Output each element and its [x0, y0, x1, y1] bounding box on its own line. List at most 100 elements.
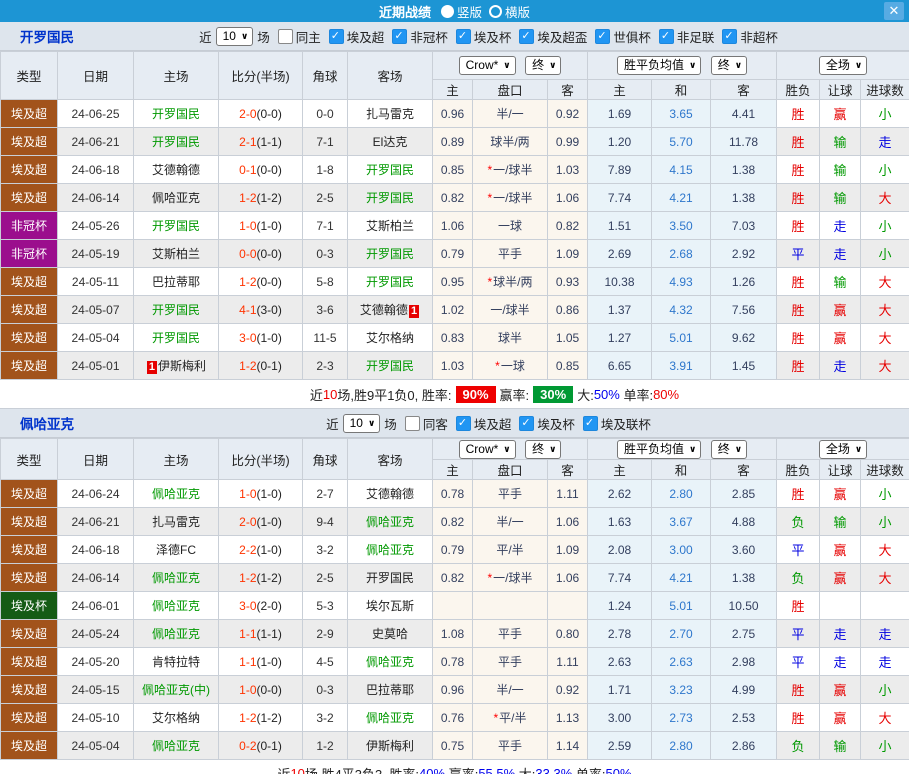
avg-away-odds: 9.62 [710, 323, 778, 352]
league-label[interactable]: 埃及超 [474, 414, 512, 433]
summary-segment: 10 [322, 386, 338, 402]
same-venue-label[interactable]: 同主 [296, 27, 321, 46]
scope-select[interactable]: 全场 ∨ [818, 56, 868, 75]
league-label[interactable]: 世俱杯 [613, 27, 651, 46]
league-checkbox[interactable] [392, 28, 408, 44]
titlebar: 近期战绩 竖版 横版 ✕ [0, 0, 909, 22]
summary-segment: 33.3% [535, 765, 573, 774]
result-wdl: 负 [776, 507, 821, 536]
score: 1-2(0-0) [218, 267, 303, 296]
league-checkbox[interactable] [658, 28, 674, 44]
league-checkbox[interactable] [722, 28, 738, 44]
chevron-down-icon: ∨ [688, 60, 697, 70]
home-team-name: 佩哈亚克 [151, 191, 200, 205]
match-count-value: 10 [222, 28, 236, 43]
fulltime-score: 1-0 [239, 682, 257, 697]
league-label[interactable]: 埃及超 [347, 27, 385, 46]
vertical-layout-radio[interactable] [440, 4, 454, 18]
avg-home-odds: 10.38 [587, 267, 653, 296]
close-button[interactable]: ✕ [884, 2, 904, 20]
league-label[interactable]: 埃及杯 [537, 414, 575, 433]
avg-draw-odds: 3.00 [651, 535, 712, 564]
result-wdl: 胜 [776, 295, 821, 324]
avg-home-odds: 2.78 [587, 619, 653, 648]
handicap-line: 平手 [472, 731, 548, 760]
handicap-away-odds: 1.09 [546, 239, 589, 268]
home-team-name: 扎马雷克 [151, 515, 200, 529]
match-date: 24-05-04 [57, 323, 134, 352]
avg-away-odds: 1.38 [710, 563, 778, 592]
horizontal-layout-label[interactable]: 横版 [505, 2, 530, 21]
league-label[interactable]: 埃及超盃 [537, 27, 587, 46]
score: 2-1(1-1) [218, 127, 303, 156]
avg-type-select[interactable]: 胜平负均值 ∨ [616, 439, 702, 459]
same-venue-checkbox[interactable] [277, 28, 293, 44]
league-checkbox[interactable] [455, 415, 471, 431]
vertical-layout-label[interactable]: 竖版 [457, 2, 482, 21]
league-checkbox[interactable] [455, 28, 471, 44]
avg-stage-select[interactable]: 终 ∨ [710, 439, 748, 459]
odds-stage-select[interactable]: 终 ∨ [525, 439, 562, 459]
league-checkbox[interactable] [328, 28, 344, 44]
halftime-score: (1-1) [256, 626, 282, 641]
away-team: 开罗国民 [347, 239, 433, 268]
home-team: 扎马雷克 [133, 507, 219, 536]
horizontal-layout-radio[interactable] [489, 4, 502, 18]
home-team-name: 肯特拉特 [151, 655, 200, 669]
halftime-score: (1-2) [256, 190, 282, 205]
matches-label: 场 [384, 417, 397, 432]
home-team-name: 佩哈亚克 [151, 627, 200, 641]
avg-home-odds: 1.37 [587, 295, 653, 324]
league-label[interactable]: 非足联 [677, 27, 715, 46]
chevron-down-icon: ∨ [854, 60, 863, 70]
odds-company-select[interactable]: Crow* ∨ [458, 56, 516, 75]
match-count-select[interactable]: 10 ∨ [342, 413, 381, 433]
score: 1-2(1-2) [218, 703, 303, 732]
league-checkbox[interactable] [519, 28, 535, 44]
avg-type-select[interactable]: 胜平负均值 ∨ [616, 56, 702, 75]
result-wdl: 胜 [776, 267, 821, 296]
col-date: 日期 [57, 51, 134, 100]
odds-stage-select[interactable]: 终 ∨ [525, 56, 562, 75]
result-wdl: 平 [776, 647, 821, 676]
score: 1-1(1-0) [218, 647, 303, 676]
scope-select-group: 全场 ∨ [776, 51, 909, 80]
score: 0-1(0-0) [218, 155, 303, 184]
odds-stage-value: 终 [532, 441, 545, 456]
home-team-name: 伊斯梅利 [158, 359, 207, 373]
league-checkbox[interactable] [519, 415, 535, 431]
home-team: 佩哈亚克(中) [133, 675, 219, 704]
match-row: 埃及超 24-05-24 佩哈亚克 1-1(1-1) 2-9 史莫哈 1.08 平手 0.80 2… [0, 619, 909, 648]
away-team-name: 史莫哈 [371, 627, 408, 641]
away-team: 史莫哈 [347, 619, 433, 648]
avg-stage-select[interactable]: 终 ∨ [710, 56, 748, 75]
result-handicap: 赢 [819, 563, 862, 592]
match-count-select[interactable]: 10 ∨ [215, 26, 254, 46]
summary-segment: 大: [577, 387, 594, 403]
same-venue-label[interactable]: 同客 [423, 414, 448, 433]
league-label[interactable]: 埃及联杯 [601, 414, 651, 433]
league-label[interactable]: 非冠杯 [410, 27, 448, 46]
away-team: 开罗国民 [347, 155, 433, 184]
league-checkbox[interactable] [582, 415, 598, 431]
handicap-line: *一/球半 [472, 155, 548, 184]
same-venue-checkbox[interactable] [404, 415, 420, 431]
league-checkbox[interactable] [595, 28, 611, 44]
away-team: 艾德翰德 1 [347, 295, 433, 324]
home-team: 佩哈亚克 [133, 619, 219, 648]
corners: 1-2 [302, 731, 348, 760]
away-team-name: 开罗国民 [365, 275, 414, 289]
league-label[interactable]: 非超杯 [740, 27, 778, 46]
handicap-away-odds: 0.93 [546, 267, 589, 296]
odds-company-select[interactable]: Crow* ∨ [458, 439, 516, 459]
scope-select[interactable]: 全场 ∨ [818, 439, 868, 459]
handicap-line: 一/球半 [472, 295, 548, 324]
summary-segment: 90% [455, 385, 496, 403]
handicap-home-odds: 0.79 [432, 239, 473, 268]
league-label[interactable]: 埃及杯 [474, 27, 512, 46]
result-wdl: 胜 [776, 127, 821, 156]
home-team-section: 开罗国民 近10∨场同主埃及超非冠杯埃及杯埃及超盃世俱杯非足联非超杯 类型 日期… [0, 22, 909, 409]
sub-handicap: 盘口 [472, 79, 548, 100]
result-goals: 走 [860, 647, 909, 676]
handicap-line: *一/球半 [472, 563, 548, 592]
